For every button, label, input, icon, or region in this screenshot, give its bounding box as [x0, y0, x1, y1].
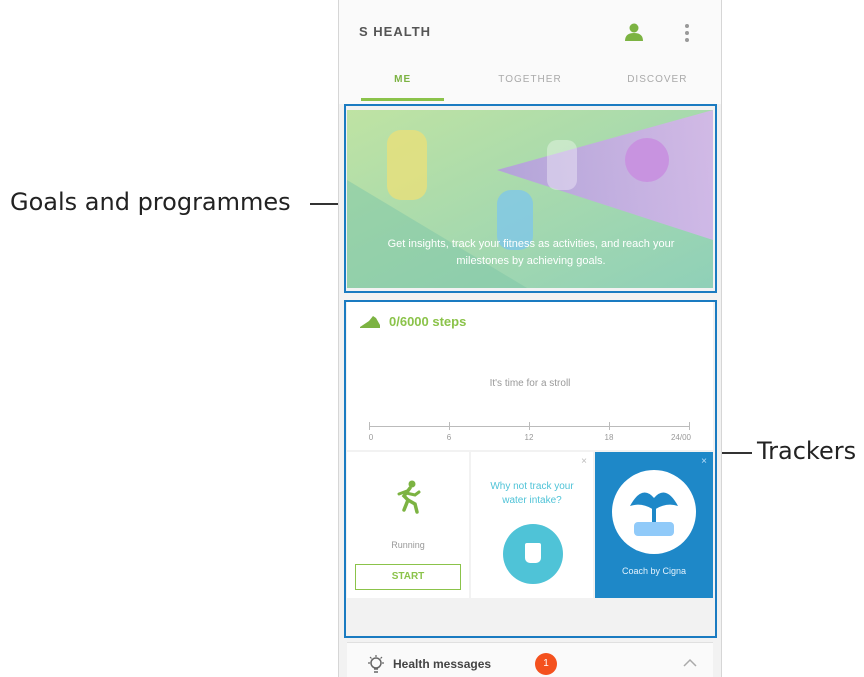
scale-tick — [689, 422, 690, 430]
running-tracker-tile[interactable]: Running START — [347, 452, 469, 598]
notification-badge: 1 — [535, 653, 557, 675]
close-icon[interactable]: × — [701, 456, 707, 467]
start-button[interactable]: START — [355, 564, 461, 590]
goals-programmes-banner[interactable]: Get insights, track your fitness as acti… — [347, 110, 713, 288]
close-icon[interactable]: × — [581, 456, 587, 467]
steps-tracker-card[interactable]: 0/6000 steps It's time for a stroll 0 6 … — [347, 302, 713, 450]
chevron-up-icon[interactable] — [683, 657, 697, 667]
tab-together[interactable]: TOGETHER — [466, 64, 593, 104]
scale-label: 24/00 — [670, 433, 692, 442]
coach-logo — [612, 470, 696, 554]
scale-label: 18 — [604, 433, 614, 442]
health-messages-title: Health messages — [393, 657, 492, 671]
running-icon — [397, 480, 421, 514]
lightbulb-icon — [368, 655, 384, 673]
health-messages-bar[interactable]: Health messages 1 — [347, 642, 713, 677]
phone-screen: S HEALTH ME TOGETHER DISCOVER Get insigh… — [338, 0, 722, 677]
scale-tick — [609, 422, 610, 430]
profile-icon[interactable] — [624, 22, 644, 42]
tab-discover[interactable]: DISCOVER — [594, 64, 721, 104]
scale-tick — [529, 422, 530, 430]
scale-tick — [449, 422, 450, 430]
tab-bar: ME TOGETHER DISCOVER — [339, 64, 721, 104]
steps-count: 0/6000 steps — [389, 314, 467, 329]
trackers-callout-label: Trackers — [757, 437, 857, 465]
scale-tick — [369, 422, 370, 430]
coach-label: Coach by Cigna — [621, 566, 687, 576]
steps-message: It's time for a stroll — [489, 378, 571, 389]
cup-icon — [525, 543, 541, 563]
water-prompt: Why not track your water intake? — [490, 481, 574, 506]
steps-header: 0/6000 steps — [359, 314, 466, 329]
app-title: S HEALTH — [359, 24, 432, 39]
scale-label: 6 — [446, 433, 452, 442]
coach-tree-icon — [630, 492, 678, 536]
shoe-icon — [360, 315, 380, 328]
running-label: Running — [391, 540, 425, 550]
more-vert-icon[interactable] — [679, 22, 695, 44]
banner-text: Get insights, track your fitness as acti… — [387, 238, 675, 267]
tab-me[interactable]: ME — [339, 64, 466, 104]
app-bar: S HEALTH ME TOGETHER DISCOVER — [339, 0, 721, 104]
goals-callout-label: Goals and programmes — [10, 188, 291, 216]
water-tracker-tile[interactable]: × Why not track your water intake? — [471, 452, 593, 598]
scale-label: 12 — [524, 433, 534, 442]
scale-label: 0 — [368, 433, 374, 442]
coach-tracker-tile[interactable]: × Coach by Cigna — [595, 452, 713, 598]
